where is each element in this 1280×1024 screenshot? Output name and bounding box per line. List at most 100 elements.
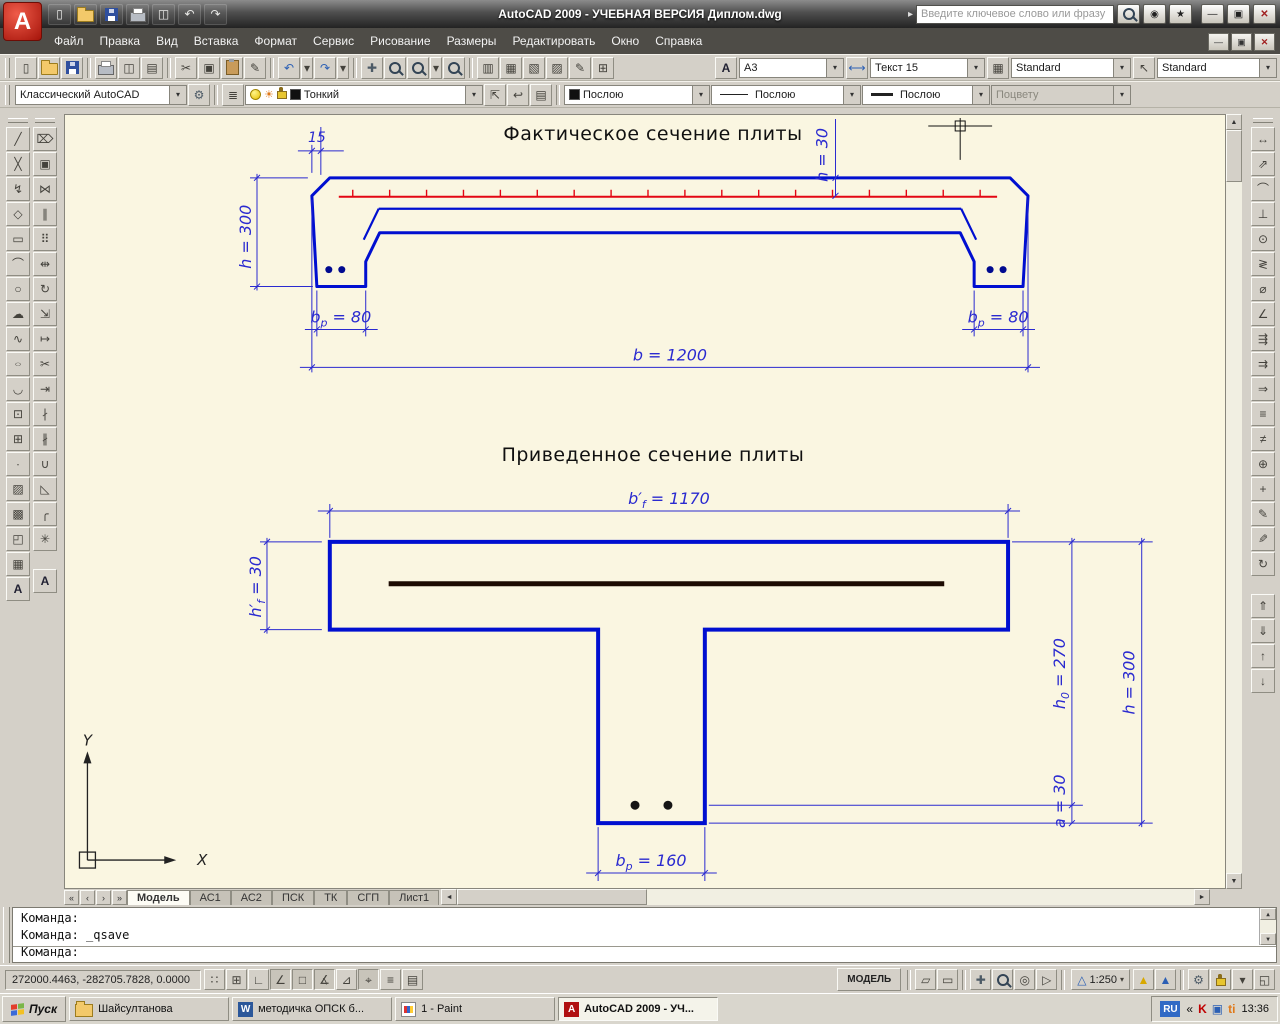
toolbar-grip[interactable] [5,84,10,105]
dim-space-button[interactable]: ≡ [1251,402,1275,426]
dim-arc-length-button[interactable]: ⌒ [1251,177,1275,201]
model-space-button[interactable]: МОДЕЛЬ [837,968,902,991]
scroll-right-icon[interactable]: ► [1194,889,1210,905]
text-button[interactable]: A [33,569,57,593]
menu-modify[interactable]: Редактировать [504,30,603,52]
dim-continue-button[interactable]: ⇒ [1251,377,1275,401]
fillet-button[interactable]: ╭ [33,502,57,526]
otrack-toggle[interactable]: ∡ [314,969,335,990]
autocad-logo[interactable]: A [3,2,42,41]
doc-minimize-button[interactable]: — [1208,33,1229,51]
region-button[interactable]: ◰ [6,527,30,551]
taskbar-item-word[interactable]: методичка ОПСК б... [232,997,393,1021]
tab-next-button[interactable]: › [96,890,111,905]
break-at-point-button[interactable]: ∤ [33,402,57,426]
infocenter-expand-icon[interactable]: ▸ [908,9,913,20]
qnew-button[interactable]: ▯ [15,56,37,79]
quick-dimension-button[interactable]: ⇶ [1251,327,1275,351]
ducs-toggle[interactable]: ⊿ [336,969,357,990]
toolbar-lock-button[interactable] [1210,969,1231,990]
show-motion-button[interactable]: ▷ [1036,969,1058,990]
multiline-text-button[interactable]: A [6,577,30,601]
hatch-button[interactable]: ▨ [6,477,30,501]
scroll-up-icon[interactable]: ▲ [1226,114,1242,130]
steering-wheel-button[interactable]: ◎ [1014,969,1036,990]
tab-first-button[interactable]: « [64,890,79,905]
kaspersky-tray-icon[interactable]: K [1198,1002,1207,1016]
lwt-toggle[interactable]: ≡ [380,969,401,990]
break-button[interactable]: ∦ [33,427,57,451]
pan-realtime-button[interactable]: ✚ [970,969,992,990]
zoom-previous-button[interactable] [443,56,465,79]
close-button[interactable]: ✕ [1253,4,1276,24]
ellipse-button[interactable]: ○ [6,352,30,376]
scroll-down-icon[interactable]: ▼ [1260,933,1276,945]
zoom-realtime-button[interactable] [992,969,1014,990]
toolbar-grip[interactable] [1253,118,1273,123]
menu-format[interactable]: Формат [246,30,305,52]
tab-list1[interactable]: Лист1 [389,890,440,905]
undo-button[interactable]: ↶ [278,56,300,79]
chevron-down-icon[interactable]: ▾ [967,58,984,77]
scrollbar-thumb[interactable] [457,889,648,905]
annotation-visibility-button[interactable]: ▲ [1133,969,1154,990]
model-space-canvas[interactable]: Фактическое сечение плиты 15 h = 300 h =… [64,114,1226,889]
toolbar-grip[interactable] [5,57,10,78]
layer-properties-manager-button[interactable]: ≣ [222,83,244,106]
layer-freeze-icon[interactable]: ☀ [264,88,274,101]
toolbar-grip[interactable] [8,118,28,123]
dim-linear-button[interactable]: ↔ [1251,127,1275,151]
dim-aligned-button[interactable]: ⇗ [1251,152,1275,176]
rotate-button[interactable]: ↻ [33,277,57,301]
layer-combo[interactable]: ☀ Тонкий ▾ [245,84,483,105]
markup-set-manager-button[interactable]: ✎ [569,56,591,79]
color-combo[interactable]: Послою ▾ [564,84,710,105]
command-text-area[interactable]: Команда: Команда: _qsave ▲ ▼ Команда: [12,907,1277,963]
dim-ordinate-button[interactable]: ⊥ [1251,202,1275,226]
taskbar-item-explorer[interactable]: Шайсултанова [69,997,230,1021]
zoom-realtime-button[interactable] [384,56,406,79]
extend-button[interactable]: ⇥ [33,377,57,401]
chevron-down-icon[interactable]: ▾ [169,85,186,104]
point-button[interactable]: ∙ [6,452,30,476]
zoom-flyout-icon[interactable]: ▾ [430,56,442,79]
drawing-canvas[interactable]: Фактическое сечение плиты 15 h = 300 h =… [65,115,1225,888]
menu-tools[interactable]: Сервис [305,30,362,52]
dim-radius-button[interactable]: ⊙ [1251,227,1275,251]
polygon-button[interactable]: ◇ [6,202,30,226]
plot-preview-button[interactable]: ◫ [152,3,175,25]
dim-edit-button[interactable]: ✎ [1251,502,1275,526]
dim-style-combo[interactable]: Текст 15 ▾ [870,57,985,78]
tray-chevron-icon[interactable]: « [1186,1002,1193,1016]
mirror-button[interactable]: ⋈ [33,177,57,201]
save-button[interactable] [100,3,123,25]
tool-palettes-button[interactable]: ▧ [523,56,545,79]
polyline-button[interactable]: ↯ [6,177,30,201]
workspace-switching-button[interactable]: ⚙ [1188,969,1209,990]
chevron-down-icon[interactable]: ▾ [826,58,843,77]
redo-flyout-icon[interactable]: ▾ [337,56,349,79]
chevron-down-icon[interactable]: ▾ [465,85,482,104]
gradient-button[interactable]: ▩ [6,502,30,526]
menu-dimension[interactable]: Размеры [439,30,505,52]
layer-previous-button[interactable]: ↩ [507,83,529,106]
tab-model[interactable]: Модель [127,890,190,905]
plot-button[interactable] [95,56,117,79]
tab-as1[interactable]: АС1 [189,890,231,905]
qp-toggle[interactable]: ▤ [402,969,423,990]
taskbar-item-autocad[interactable]: AutoCAD 2009 - УЧ... [558,997,719,1021]
insert-block-button[interactable]: ⊡ [6,402,30,426]
multileader-style-combo[interactable]: Standard ▾ [1157,57,1277,78]
scrollbar-thumb[interactable] [1226,130,1242,182]
rectangle-button[interactable]: ▭ [6,227,30,251]
dyn-toggle[interactable]: ⌖ [358,969,379,990]
explode-button[interactable]: ✳ [33,527,57,551]
ortho-toggle[interactable]: ∟ [248,969,269,990]
dim-update-button[interactable]: ↻ [1251,552,1275,576]
publish-button[interactable]: ▤ [141,56,163,79]
chevron-down-icon[interactable]: ▾ [692,85,709,104]
redo-button[interactable]: ↷ [314,56,336,79]
linetype-combo[interactable]: Послою ▾ [711,84,861,105]
bring-to-front-button[interactable]: ⇑ [1251,594,1275,618]
ellipse-arc-button[interactable]: ◡ [6,377,30,401]
